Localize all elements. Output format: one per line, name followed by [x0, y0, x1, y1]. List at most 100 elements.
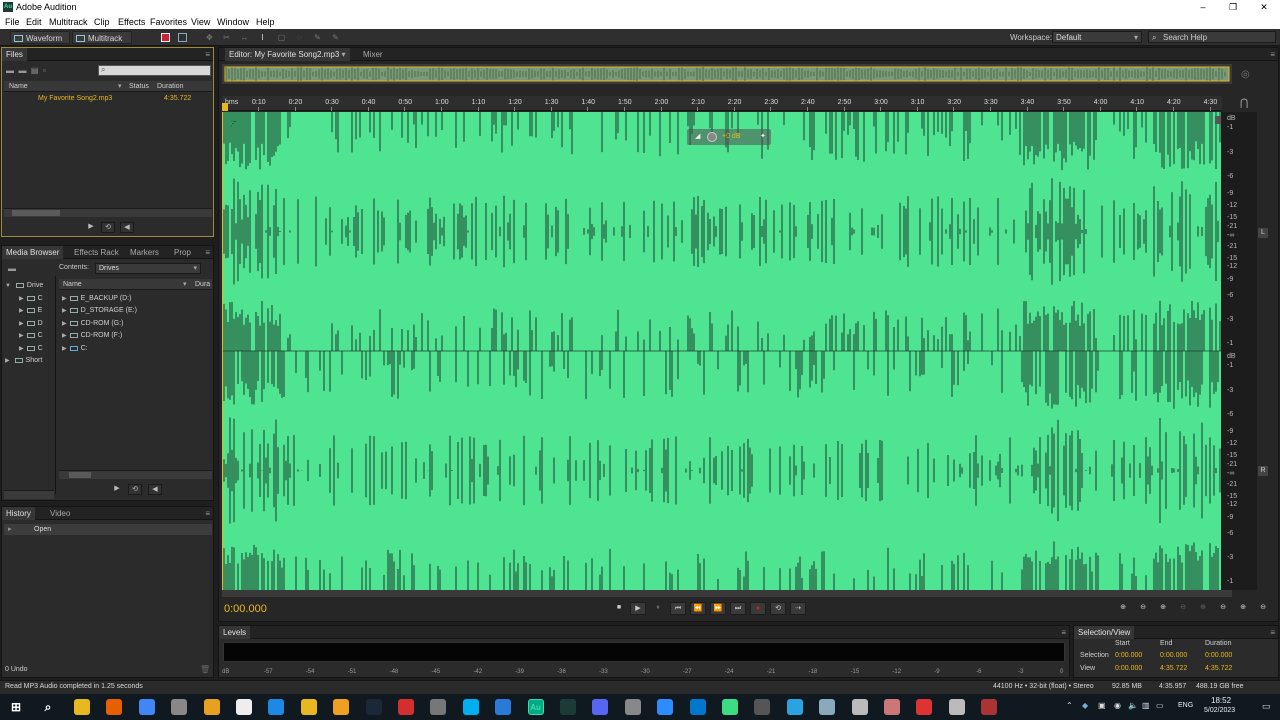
- tab-markers[interactable]: Markers: [126, 246, 163, 259]
- app-taskbar-icon[interactable]: [819, 699, 836, 715]
- files-search-input[interactable]: ⌕: [98, 65, 211, 76]
- lasso-tool-icon[interactable]: ◌: [295, 33, 304, 42]
- column-duration[interactable]: Duration: [157, 81, 183, 92]
- drive-item[interactable]: ▶ CD-ROM (G:): [62, 318, 123, 330]
- app-taskbar-icon[interactable]: [236, 699, 252, 715]
- gain-knob[interactable]: [707, 132, 717, 142]
- steam-taskbar-icon[interactable]: [333, 699, 350, 715]
- channel-left-toggle[interactable]: L: [1258, 228, 1268, 238]
- overview-navigator[interactable]: [222, 64, 1232, 84]
- file-explorer-taskbar-icon[interactable]: [74, 699, 90, 715]
- play-button[interactable]: ▶: [630, 602, 646, 615]
- panel-menu-icon[interactable]: ≡: [1061, 628, 1066, 637]
- zoom-taskbar-icon[interactable]: [624, 699, 641, 715]
- column-status[interactable]: Status: [129, 81, 149, 92]
- notification-icon[interactable]: ▭: [1262, 701, 1271, 712]
- column-name[interactable]: Name: [63, 279, 82, 290]
- tray-app-icon[interactable]: ◉: [1114, 701, 1121, 710]
- app-taskbar-icon[interactable]: [884, 699, 900, 715]
- selection-start-value[interactable]: 0:00.000: [1115, 652, 1142, 659]
- snap-magnet-icon[interactable]: ⋂: [1240, 98, 1248, 109]
- zoom-out-time-icon[interactable]: ⊖: [1175, 602, 1191, 615]
- open-file-icon[interactable]: ▬: [6, 66, 14, 75]
- drive-item[interactable]: ▶ C:: [62, 343, 88, 355]
- panel-menu-icon[interactable]: ≡: [205, 509, 210, 518]
- rewind-button[interactable]: ⏪: [690, 602, 706, 615]
- menu-effects[interactable]: Effects: [118, 17, 145, 27]
- history-item[interactable]: ▸ Open: [4, 524, 212, 535]
- tray-app-icon[interactable]: ◆: [1082, 701, 1088, 710]
- tab-properties[interactable]: Prop: [170, 246, 195, 259]
- tree-item[interactable]: ▶ E: [19, 305, 42, 317]
- panel-menu-icon[interactable]: ≡: [205, 50, 210, 59]
- speaker-icon[interactable]: 🔈: [1128, 701, 1138, 710]
- scroll-thumb[interactable]: [69, 472, 91, 478]
- loop-playback-button[interactable]: ⟲: [770, 602, 786, 615]
- search-help-input[interactable]: ⌕ Search Help: [1148, 31, 1276, 43]
- battery-icon[interactable]: ▭: [1156, 701, 1164, 710]
- panel-menu-icon[interactable]: ≡: [205, 248, 210, 257]
- tab-files[interactable]: Files: [2, 48, 27, 61]
- waveform-view-button[interactable]: Waveform: [10, 31, 70, 44]
- app-taskbar-icon[interactable]: [592, 699, 609, 715]
- tab-mixer[interactable]: Mixer: [359, 48, 387, 61]
- move-tool-icon[interactable]: ✥: [205, 33, 214, 42]
- app-taskbar-icon[interactable]: [657, 699, 674, 715]
- tab-editor[interactable]: Editor: My Favorite Song2.mp3 ▾: [225, 48, 350, 61]
- tab-selection-view[interactable]: Selection/View: [1074, 626, 1135, 639]
- app-taskbar-icon[interactable]: [948, 699, 965, 715]
- selection-duration-value[interactable]: 0:00.000: [1205, 652, 1232, 659]
- menu-view[interactable]: View: [191, 17, 210, 27]
- app-taskbar-icon[interactable]: [171, 699, 188, 715]
- tab-effects-rack[interactable]: Effects Rack: [70, 246, 123, 259]
- close-button[interactable]: ✕: [1254, 1, 1274, 13]
- app-taskbar-icon[interactable]: [495, 699, 512, 715]
- panel-menu-icon[interactable]: ≡: [1270, 50, 1275, 59]
- tree-item-shortcuts[interactable]: ▶ Short: [5, 355, 42, 367]
- zoom-out-full-icon[interactable]: ⊕: [1195, 602, 1211, 615]
- maximize-button[interactable]: ❐: [1223, 1, 1243, 13]
- column-name[interactable]: Name: [9, 81, 28, 92]
- drive-item[interactable]: ▶ E_BACKUP (D:): [62, 293, 131, 305]
- drive-item[interactable]: ▶ D_STORAGE (E:): [62, 305, 137, 317]
- workspace-dropdown[interactable]: Default ▾: [1052, 31, 1142, 43]
- view-duration-value[interactable]: 4:35.722: [1205, 665, 1232, 672]
- scroll-thumb[interactable]: [12, 210, 60, 216]
- clock-time[interactable]: 18:52: [1211, 696, 1231, 705]
- zoom-in-time-icon[interactable]: ⊕: [1155, 602, 1171, 615]
- tree-scrollbar[interactable]: [4, 490, 54, 499]
- menu-edit[interactable]: Edit: [26, 17, 42, 27]
- discord-taskbar-icon[interactable]: [560, 699, 576, 715]
- tree-item[interactable]: ▶ D: [19, 318, 43, 330]
- tab-media-browser[interactable]: Media Browser: [2, 246, 64, 259]
- auto-play-icon[interactable]: ◀: [120, 222, 134, 233]
- spectral-display-icon[interactable]: [161, 33, 170, 42]
- chrome-taskbar-icon[interactable]: [138, 699, 155, 715]
- norton-taskbar-icon[interactable]: [268, 699, 285, 715]
- drive-list-scrollbar[interactable]: [59, 470, 212, 479]
- import-file-icon[interactable]: ▬: [18, 66, 26, 75]
- auto-play-icon[interactable]: ◀: [148, 484, 162, 495]
- skype-taskbar-icon[interactable]: [430, 699, 447, 715]
- pin-icon[interactable]: ✦: [760, 129, 766, 145]
- waveform-display[interactable]: ◢ +0 dB ✦ ◸: [222, 112, 1221, 590]
- app-taskbar-icon[interactable]: [786, 699, 803, 715]
- language-indicator[interactable]: ENG: [1178, 702, 1193, 709]
- menu-multitrack[interactable]: Multitrack: [49, 17, 88, 27]
- app-taskbar-icon[interactable]: [300, 699, 317, 715]
- brush-tool-icon[interactable]: ✎: [313, 33, 322, 42]
- audition-taskbar-icon[interactable]: Au: [527, 699, 544, 715]
- app-taskbar-icon[interactable]: [916, 699, 933, 715]
- zoom-selection-icon[interactable]: ⊕: [1235, 602, 1251, 615]
- menu-clip[interactable]: Clip: [94, 17, 110, 27]
- tray-chevron-icon[interactable]: ⌃: [1066, 701, 1073, 710]
- menu-file[interactable]: File: [5, 17, 20, 27]
- clock-date[interactable]: 5/02/2023: [1204, 707, 1235, 714]
- contents-dropdown[interactable]: Drives ▾: [95, 263, 201, 274]
- razor-tool-icon[interactable]: ✂: [222, 33, 231, 42]
- column-duration[interactable]: Dura: [195, 279, 210, 290]
- time-ruler[interactable]: hms 0:10 0:20 0:30 0:40 0:50 1:00 1:10 1:20 1:30…: [222, 96, 1222, 111]
- app-taskbar-icon[interactable]: [722, 699, 738, 715]
- marquee-tool-icon[interactable]: ▢: [277, 33, 286, 42]
- android-taskbar-icon[interactable]: [689, 699, 706, 715]
